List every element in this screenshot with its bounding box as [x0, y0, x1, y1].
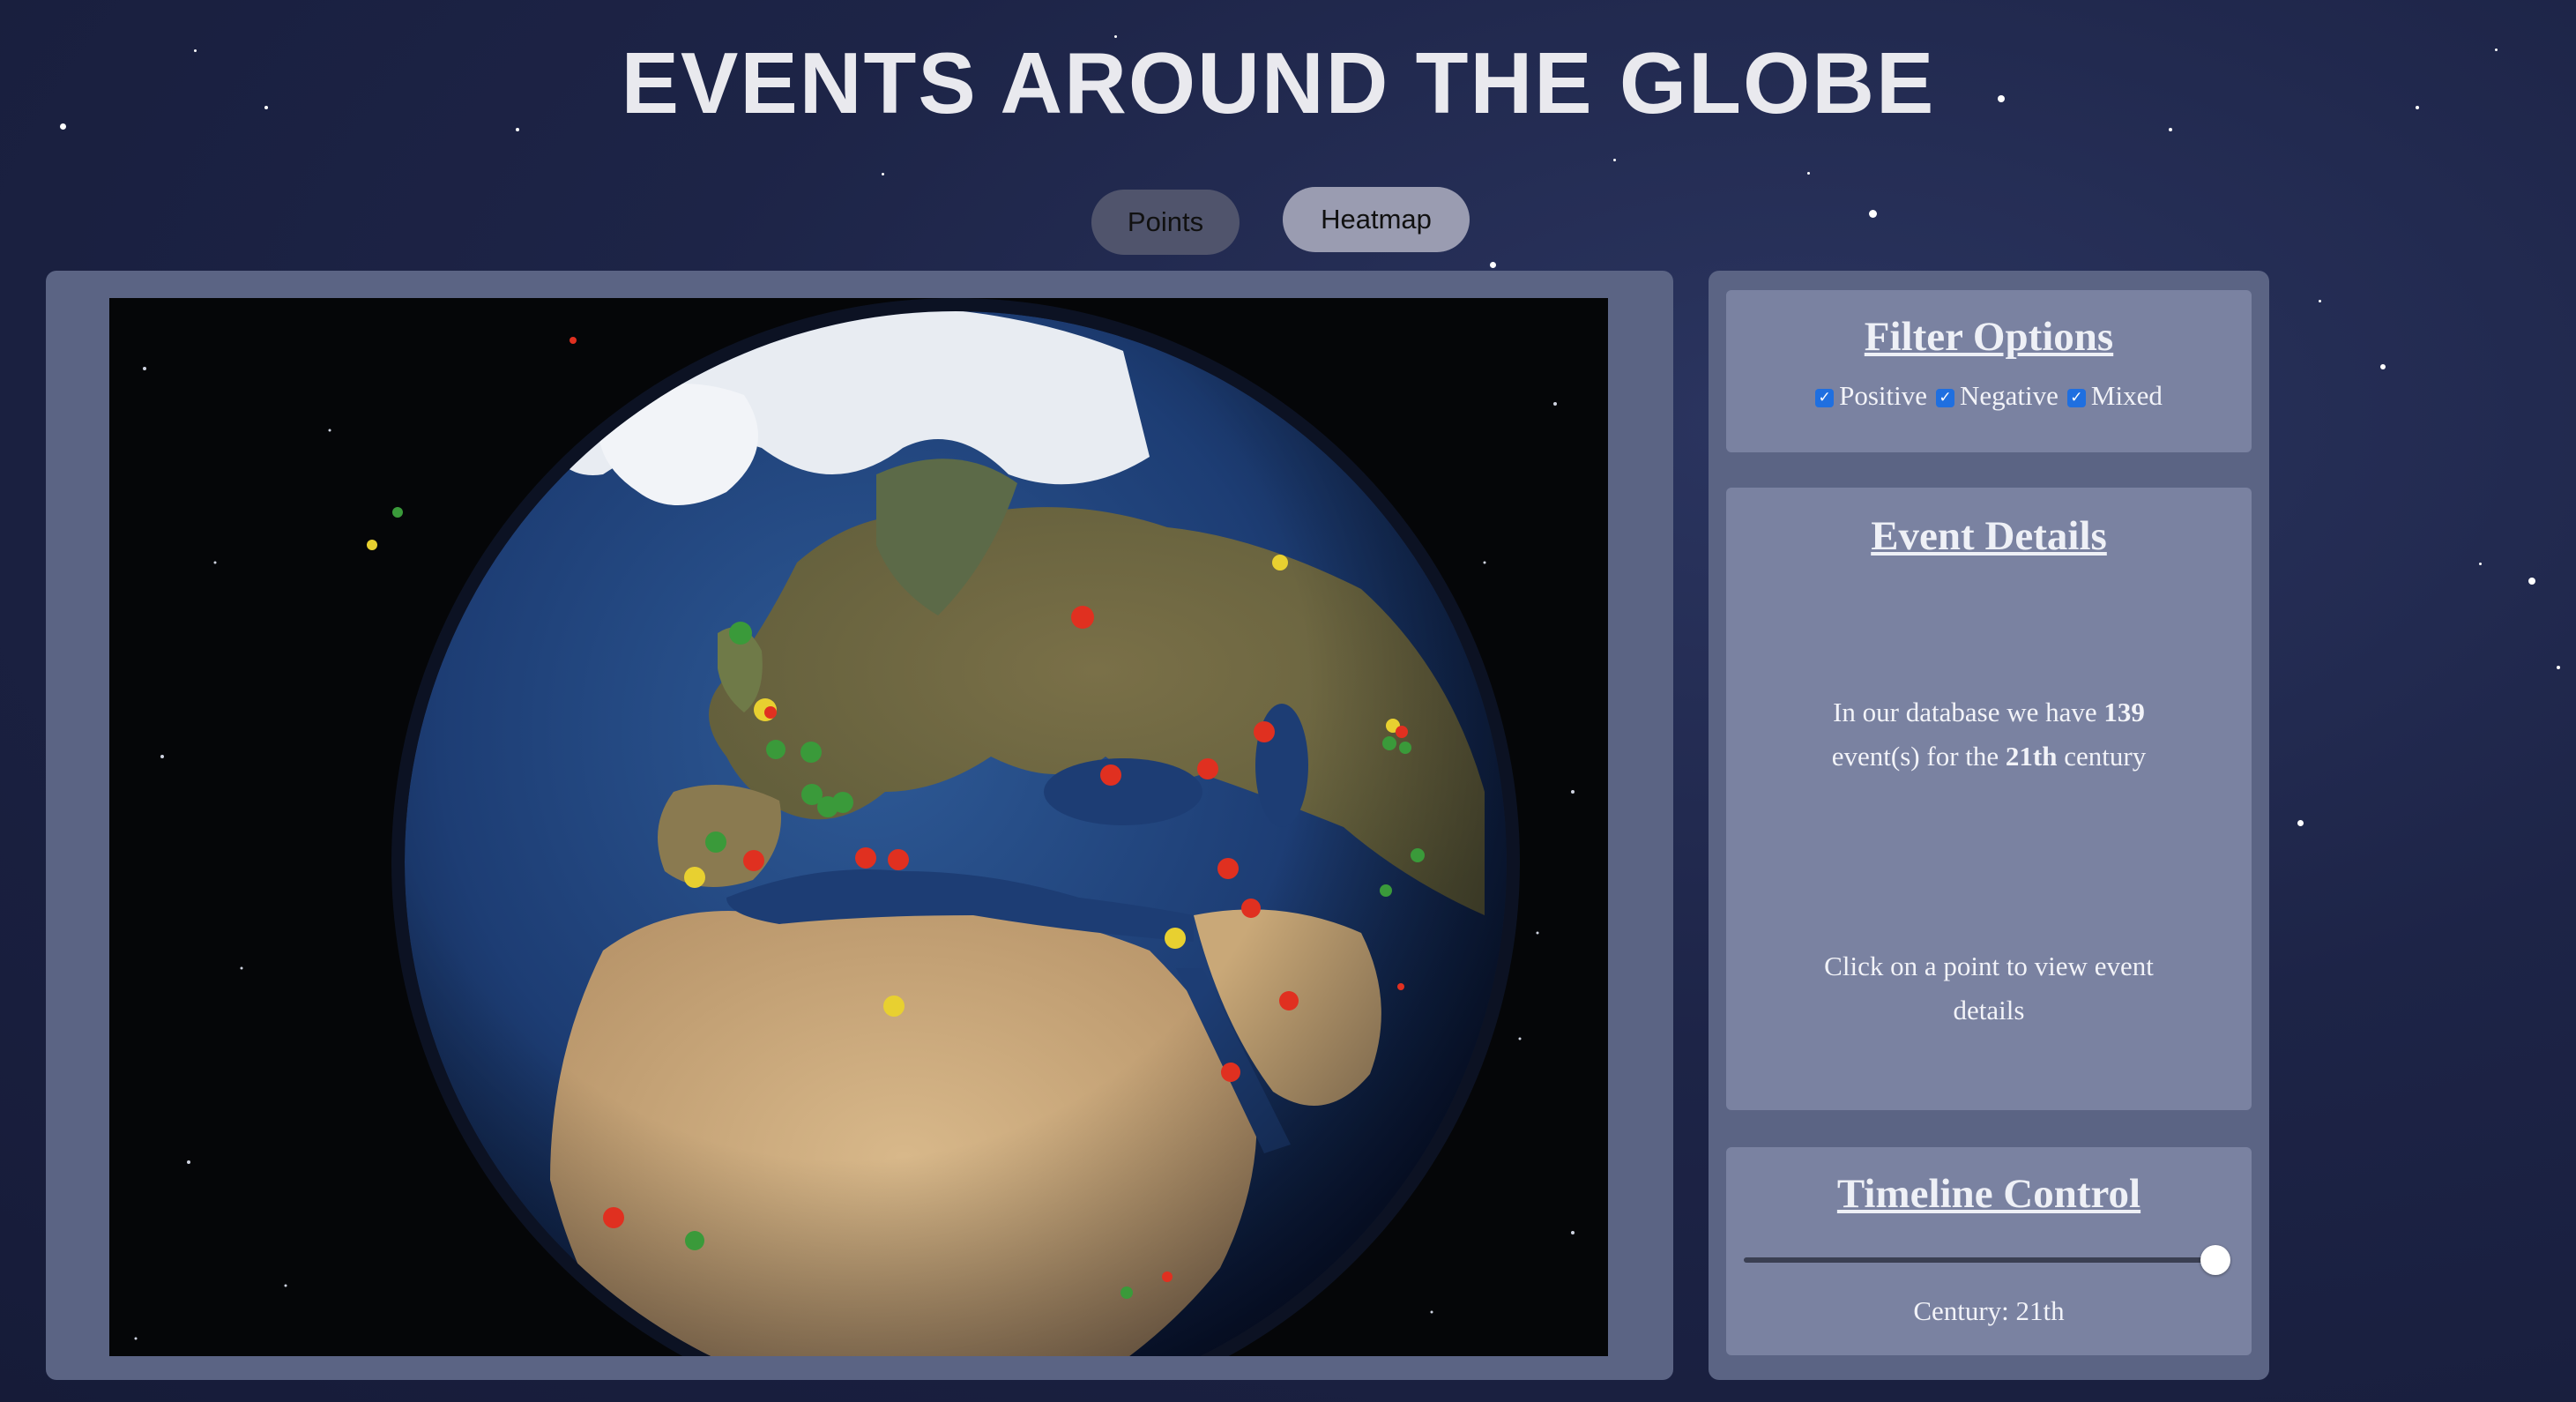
checkbox-check-icon[interactable]: ✓	[2066, 389, 2086, 408]
filter-checkbox-group: ✓ Positive ✓ Negative ✓ Mixed	[1726, 380, 2252, 412]
timeline-control-title: Timeline Control	[1836, 1171, 2141, 1217]
event-point-positive[interactable]	[1380, 884, 1392, 897]
event-point-positive[interactable]	[766, 740, 785, 759]
points-view-button[interactable]: Points	[1091, 190, 1240, 255]
event-point-mixed[interactable]	[883, 996, 905, 1017]
event-details-hint: Click on a point to view event details	[1824, 951, 2154, 1025]
event-point-negative[interactable]	[1241, 899, 1261, 918]
century-label: Century: 21th	[1913, 1295, 2065, 1326]
timeline-control-card: Timeline Control Century: 21th	[1726, 1147, 2252, 1355]
event-point-positive[interactable]	[1120, 1286, 1133, 1299]
globe-canvas[interactable]	[109, 298, 1608, 1356]
star	[1613, 159, 1616, 161]
century-slider-handle[interactable]	[2200, 1245, 2230, 1275]
star	[2528, 578, 2535, 585]
event-details-title: Event Details	[1871, 513, 2107, 559]
globe-panel	[46, 271, 1673, 1380]
page-title: EVENTS AROUND THE GLOBE	[621, 34, 1936, 131]
event-point-positive[interactable]	[832, 792, 853, 813]
heatmap-view-button[interactable]: Heatmap	[1283, 187, 1470, 252]
star	[882, 173, 884, 175]
event-point-negative[interactable]	[1071, 606, 1094, 629]
filter-negative[interactable]: ✓ Negative	[1936, 380, 2059, 412]
filter-options-card: Filter Options ✓ Positive ✓ Negative ✓ Mixe…	[1726, 290, 2252, 452]
event-point-negative[interactable]	[1279, 991, 1299, 1010]
event-point-positive[interactable]	[685, 1231, 704, 1250]
event-point-mixed[interactable]	[1272, 555, 1288, 570]
event-point-positive[interactable]	[392, 507, 403, 518]
filter-options-title: Filter Options	[1864, 314, 2114, 360]
event-point-negative[interactable]	[603, 1207, 624, 1228]
event-point-positive[interactable]	[705, 832, 726, 853]
checkbox-check-icon[interactable]: ✓	[1815, 389, 1835, 408]
event-point-mixed[interactable]	[684, 867, 705, 888]
event-point-negative[interactable]	[1254, 721, 1275, 742]
event-point-positive[interactable]	[1411, 848, 1425, 862]
star	[2557, 666, 2560, 669]
sidebar: Filter Options ✓ Positive ✓ Negative ✓ Mixe…	[1709, 271, 2269, 1380]
event-point-negative[interactable]	[1100, 764, 1121, 786]
star	[1869, 210, 1877, 218]
star	[1807, 172, 1810, 175]
summary-prefix: In our database we have	[1833, 697, 2097, 727]
event-point-negative[interactable]	[1162, 1271, 1173, 1282]
event-point-positive[interactable]	[1399, 742, 1411, 754]
event-point-positive[interactable]	[1382, 736, 1396, 750]
star	[2479, 563, 2482, 565]
star	[2297, 820, 2304, 826]
event-point-negative[interactable]	[743, 850, 764, 871]
event-point-negative[interactable]	[570, 337, 577, 344]
event-count: 139	[2103, 697, 2145, 727]
century-slider-track[interactable]	[1744, 1257, 2218, 1263]
event-point-negative[interactable]	[1396, 726, 1408, 738]
star	[2380, 364, 2386, 369]
event-point-negative[interactable]	[1197, 758, 1218, 779]
event-point-mixed[interactable]	[367, 540, 377, 550]
event-point-negative[interactable]	[1397, 983, 1404, 990]
star	[2319, 300, 2321, 302]
event-point-negative[interactable]	[1221, 1063, 1240, 1082]
event-point-negative[interactable]	[888, 849, 909, 870]
filter-positive-label: Positive	[1839, 380, 1928, 411]
event-point-positive[interactable]	[800, 742, 822, 763]
event-point-positive[interactable]	[729, 622, 752, 645]
summary-middle: event(s) for the	[1831, 741, 1999, 772]
event-count-summary: In our database we have 139 event(s) for…	[1797, 690, 2181, 779]
summary-suffix: century	[2064, 741, 2147, 772]
star	[1490, 262, 1496, 268]
event-point-mixed[interactable]	[1165, 928, 1186, 949]
filter-negative-label: Negative	[1960, 380, 2059, 411]
filter-mixed-label: Mixed	[2090, 380, 2163, 411]
event-point-negative[interactable]	[855, 847, 876, 869]
event-details-card: Event Details In our database we have 13…	[1726, 488, 2252, 1110]
globe-viewport[interactable]	[109, 298, 1608, 1356]
event-point-negative[interactable]	[764, 706, 777, 719]
filter-positive[interactable]: ✓ Positive	[1815, 380, 1927, 412]
summary-century: 21th	[2005, 741, 2058, 772]
event-point-negative[interactable]	[1217, 858, 1239, 879]
filter-mixed[interactable]: ✓ Mixed	[2066, 380, 2163, 412]
checkbox-check-icon[interactable]: ✓	[1936, 389, 1955, 408]
